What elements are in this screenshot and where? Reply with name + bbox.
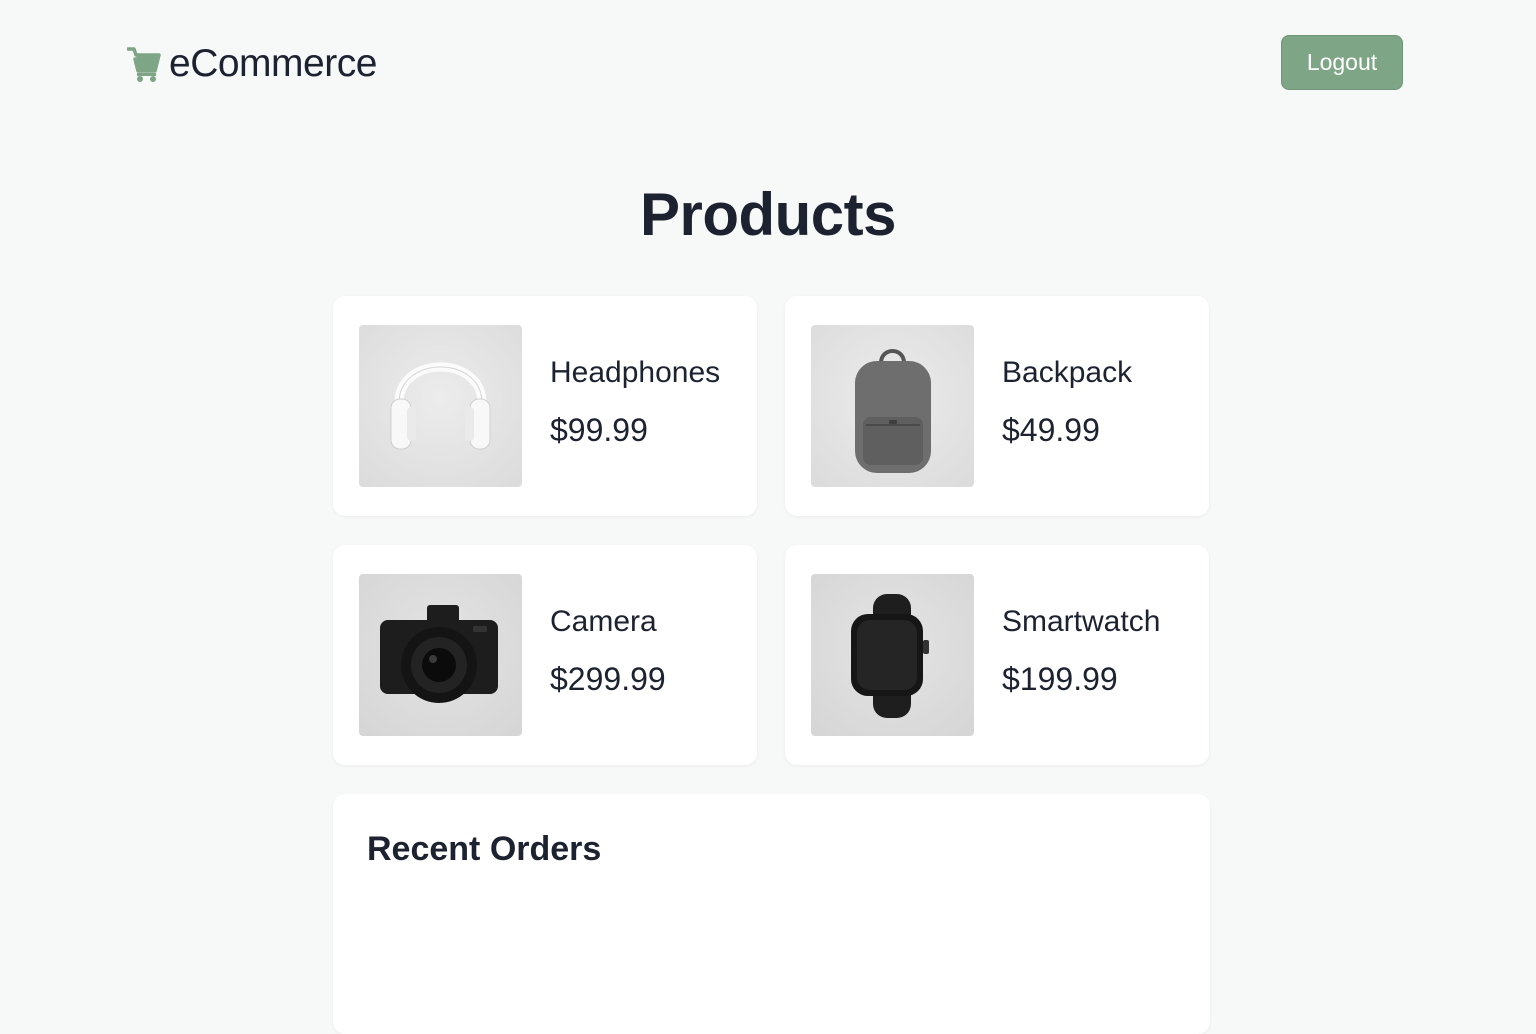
backpack-image[interactable]	[811, 325, 974, 487]
smartwatch-image[interactable]	[811, 574, 974, 736]
recent-orders-panel: Recent Orders	[333, 794, 1210, 1034]
product-name: Camera	[550, 605, 657, 638]
product-card[interactable]: Camera $299.99	[333, 545, 757, 765]
recent-orders-title: Recent Orders	[367, 830, 602, 868]
product-name: Smartwatch	[1002, 605, 1161, 638]
product-price: $199.99	[1002, 661, 1118, 697]
product-name: Backpack	[1002, 356, 1133, 389]
product-price: $299.99	[550, 661, 666, 697]
product-card[interactable]: Backpack $49.99	[785, 296, 1209, 516]
product-card[interactable]: Smartwatch $199.99	[785, 545, 1209, 765]
camera-image[interactable]	[359, 574, 522, 736]
page-title: Products	[639, 181, 897, 248]
product-price: $99.99	[550, 412, 648, 448]
brand-name: eCommerce	[169, 42, 377, 85]
product-name: Headphones	[550, 356, 721, 389]
logout-button[interactable]: Logout	[1281, 35, 1403, 90]
product-card[interactable]: Headphones $99.99	[333, 296, 757, 516]
headphones-image[interactable]	[359, 325, 522, 487]
top-bar: eCommerce Logout	[0, 0, 1536, 130]
product-price: $49.99	[1002, 412, 1100, 448]
brand-logo[interactable]: eCommerce	[127, 42, 377, 86]
shopping-cart-icon	[127, 47, 161, 82]
